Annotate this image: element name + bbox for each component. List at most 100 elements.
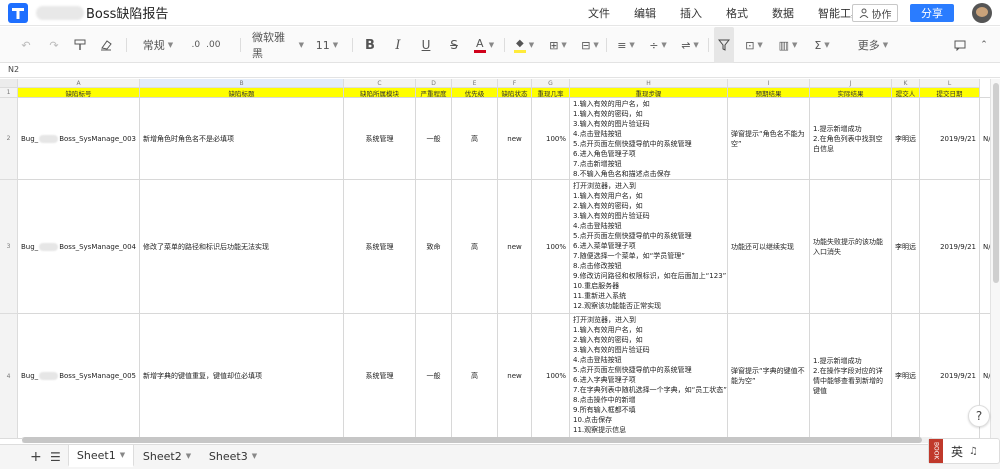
menu-edit[interactable]: 编辑 xyxy=(634,5,656,21)
row-header[interactable]: 2 xyxy=(0,98,18,180)
avatar[interactable] xyxy=(972,3,992,23)
repro-steps-cell[interactable]: 1.输入有效的用户名，如 1.输入有效的密码，如 3.输入有效的图片验证码 4.点击登… xyxy=(570,98,728,180)
chart-button[interactable]: ▥ ▼ xyxy=(776,27,800,63)
module-cell[interactable]: 系统管理 xyxy=(344,314,416,439)
status-cell[interactable]: new xyxy=(498,98,532,180)
input-method-indicator[interactable]: BOOK 英 ♫ xyxy=(928,438,1000,464)
bold-button[interactable]: B xyxy=(362,27,378,63)
column-header-e[interactable]: E xyxy=(452,79,498,88)
merge-cells-button[interactable]: ⊟ ▼ xyxy=(578,27,602,63)
defect-title-cell[interactable]: 修改了菜单的路径和标识后功能无法实现 xyxy=(140,180,344,314)
status-cell[interactable]: new xyxy=(498,314,532,439)
select-all-corner[interactable] xyxy=(0,79,18,88)
column-title-cell[interactable]: 缺陷标题 xyxy=(140,88,344,98)
sheet-tab-1[interactable]: Sheet1 ▼ xyxy=(68,445,134,467)
text-wrap-button[interactable]: ⇌ ▼ xyxy=(678,27,702,63)
column-header-k[interactable]: K xyxy=(892,79,920,88)
severity-cell[interactable]: 一般 xyxy=(416,314,452,439)
vertical-scrollbar[interactable] xyxy=(990,79,1000,439)
add-sheet-icon[interactable]: + xyxy=(30,449,42,465)
column-title-cell[interactable]: 提交日期 xyxy=(920,88,980,98)
spreadsheet-grid[interactable]: A B C D E F G H I J K L 1 缺陷标号 缺陷标题 缺陷所属模块 严重程度 优先级 缺陷状态 重现… xyxy=(0,79,990,439)
severity-cell[interactable]: 一般 xyxy=(416,98,452,180)
actual-result-cell[interactable]: 1.提示新增成功 2.在操作字段对应的详情中能够查看到新增的键值 xyxy=(810,314,892,439)
defect-id-cell[interactable]: Bug_ Boss_SysManage_005 xyxy=(18,314,140,439)
menu-format[interactable]: 格式 xyxy=(726,5,748,21)
document-title[interactable]: Boss缺陷报告 xyxy=(36,3,168,22)
font-color-button[interactable]: A ▼ xyxy=(472,27,496,63)
defect-id-cell[interactable]: Bug_ Boss_SysManage_004 xyxy=(18,180,140,314)
more-button[interactable]: 更多 ▼ xyxy=(856,27,890,63)
submitter-cell[interactable]: 李明远 xyxy=(892,180,920,314)
expected-result-cell[interactable]: 弹窗提示“字典的键值不能为空” xyxy=(728,314,810,439)
format-painter-icon[interactable] xyxy=(72,27,88,63)
font-size-select[interactable]: 11 ▼ xyxy=(314,27,340,63)
submitter-cell[interactable]: 李明远 xyxy=(892,314,920,439)
priority-cell[interactable]: 高 xyxy=(452,314,498,439)
vertical-align-button[interactable]: ÷ ▼ xyxy=(646,27,670,63)
number-format-select[interactable]: 常规 ▼ xyxy=(138,27,178,63)
share-button[interactable]: 分享 xyxy=(910,4,954,22)
column-header-l[interactable]: L xyxy=(920,79,980,88)
status-cell[interactable]: new xyxy=(498,180,532,314)
actual-result-cell[interactable]: 功能失败提示的该功能入口消失 xyxy=(810,180,892,314)
function-button[interactable]: Σ ▼ xyxy=(810,27,834,63)
column-header-a[interactable]: A xyxy=(18,79,140,88)
underline-button[interactable]: U xyxy=(418,27,434,63)
module-cell[interactable]: 系统管理 xyxy=(344,180,416,314)
priority-cell[interactable]: 高 xyxy=(452,98,498,180)
repro-steps-cell[interactable]: 打开浏览器，进入到 1.输入有效用户名，如 2.输入有效的密码，如 3.输入有效的图片… xyxy=(570,180,728,314)
sheet-tab-2[interactable]: Sheet2 ▼ xyxy=(134,445,200,467)
scrollbar-thumb[interactable] xyxy=(22,437,922,443)
scrollbar-thumb[interactable] xyxy=(993,83,999,283)
priority-cell[interactable]: 高 xyxy=(452,180,498,314)
column-title-cell[interactable]: 预期结果 xyxy=(728,88,810,98)
column-title-cell[interactable]: 缺陷标号 xyxy=(18,88,140,98)
redo-icon[interactable]: ↷ xyxy=(46,27,62,63)
row-header[interactable]: 3 xyxy=(0,180,18,314)
defect-title-cell[interactable]: 新增角色时角色名不是必填项 xyxy=(140,98,344,180)
column-title-cell[interactable]: 缺陷所属模块 xyxy=(344,88,416,98)
repro-rate-cell[interactable]: 100% xyxy=(532,314,570,439)
actual-result-cell[interactable]: 1.提示新增成功 2.在角色列表中找到空白信息 xyxy=(810,98,892,180)
clear-format-icon[interactable] xyxy=(98,27,114,63)
submit-date-cell[interactable]: 2019/9/21 xyxy=(920,98,980,180)
formula-bar[interactable]: N2 xyxy=(0,64,1000,78)
row-header[interactable]: 1 xyxy=(0,88,18,98)
horizontal-scrollbar[interactable] xyxy=(22,437,932,443)
italic-button[interactable]: I xyxy=(390,27,406,63)
menu-data[interactable]: 数据 xyxy=(772,5,794,21)
collaborate-button[interactable]: 协作 xyxy=(852,4,898,22)
column-title-cell[interactable]: 重现步骤 xyxy=(570,88,728,98)
column-header-j[interactable]: J xyxy=(810,79,892,88)
column-title-cell[interactable]: 提交人 xyxy=(892,88,920,98)
column-header-b[interactable]: B xyxy=(140,79,344,88)
comment-icon[interactable] xyxy=(952,27,968,63)
column-title-cell[interactable]: 实际结果 xyxy=(810,88,892,98)
column-header-g[interactable]: G xyxy=(532,79,570,88)
column-header-i[interactable]: I xyxy=(728,79,810,88)
empty-cell[interactable] xyxy=(980,88,990,98)
font-family-select[interactable]: 微软雅黑 ▼ xyxy=(252,27,304,63)
column-title-cell[interactable]: 优先级 xyxy=(452,88,498,98)
severity-cell[interactable]: 致命 xyxy=(416,180,452,314)
module-cell[interactable]: 系统管理 xyxy=(344,98,416,180)
repro-rate-cell[interactable]: 100% xyxy=(532,180,570,314)
sheet-list-icon[interactable]: ☰ xyxy=(50,450,61,464)
expected-result-cell[interactable]: 弹窗提示“角色名不能为空” xyxy=(728,98,810,180)
expected-result-cell[interactable]: 功能还可以继续实现 xyxy=(728,180,810,314)
column-header-f[interactable]: F xyxy=(498,79,532,88)
row-header[interactable]: 4 xyxy=(0,314,18,439)
horizontal-align-button[interactable]: ≡ ▼ xyxy=(614,27,638,63)
collapse-toolbar-icon[interactable]: ⌃ xyxy=(976,27,992,63)
freeze-button[interactable]: ⊡ ▼ xyxy=(742,27,766,63)
submitter-cell[interactable]: 李明远 xyxy=(892,98,920,180)
submit-date-cell[interactable]: 2019/9/21 xyxy=(920,180,980,314)
help-button[interactable]: ? xyxy=(968,405,990,427)
column-header-h[interactable]: H xyxy=(570,79,728,88)
defect-title-cell[interactable]: 新增字典的键值重复，键值却位必填项 xyxy=(140,314,344,439)
column-title-cell[interactable]: 严重程度 xyxy=(416,88,452,98)
fill-color-button[interactable]: ◆ ▼ xyxy=(512,27,536,63)
menu-file[interactable]: 文件 xyxy=(588,5,610,21)
repro-rate-cell[interactable]: 100% xyxy=(532,98,570,180)
